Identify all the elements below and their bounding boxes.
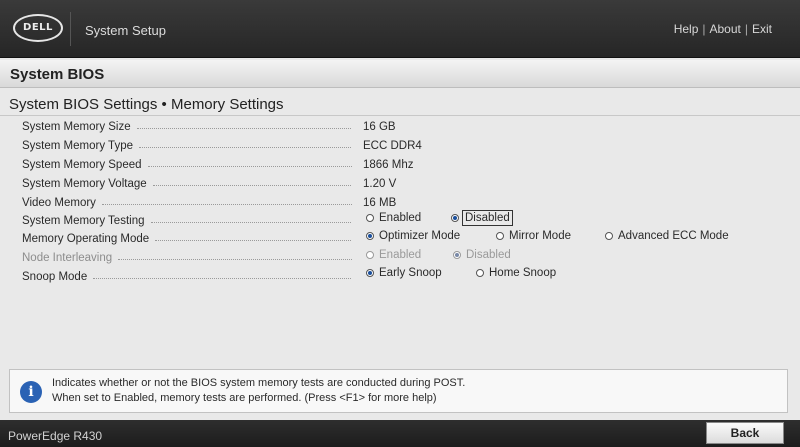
link-separator: | xyxy=(744,22,748,36)
dell-logo: DELL xyxy=(13,14,63,42)
exit-link[interactable]: Exit xyxy=(752,22,772,36)
radio-unselected-icon xyxy=(496,232,504,240)
help-box: i Indicates whether or not the BIOS syst… xyxy=(9,369,788,413)
setting-label: Snoop Mode xyxy=(22,271,90,283)
setting-value: 16 MB xyxy=(363,197,397,209)
home-snoop-radio[interactable]: Home Snoop xyxy=(476,267,556,279)
radio-unselected-icon xyxy=(605,232,613,240)
header-divider xyxy=(70,12,71,46)
node-interleaving-disabled-radio: Disabled xyxy=(453,249,511,261)
radio-unselected-icon xyxy=(366,214,374,222)
setting-label: System Memory Type xyxy=(22,140,135,152)
setting-row-memory-type: System Memory Type ECC DDR4 xyxy=(0,140,800,158)
top-bar: DELL System Setup Help | About | Exit xyxy=(0,0,800,58)
header-links: Help | About | Exit xyxy=(674,22,772,36)
setting-label: Memory Operating Mode xyxy=(22,233,152,245)
setting-value: 16 GB xyxy=(363,121,396,133)
page-title: System BIOS Settings • Memory Settings xyxy=(9,96,284,113)
help-line-2: When set to Enabled, memory tests are pe… xyxy=(52,392,437,404)
radio-unselected-icon xyxy=(366,251,374,259)
setting-row-memory-speed: System Memory Speed 1866 Mhz xyxy=(0,159,800,177)
info-icon: i xyxy=(20,381,42,403)
setting-label: Node Interleaving xyxy=(22,252,115,264)
bottom-bar: PowerEdge R430 Back xyxy=(0,420,800,447)
advanced-ecc-mode-radio[interactable]: Advanced ECC Mode xyxy=(605,230,729,242)
setting-row-memory-voltage: System Memory Voltage 1.20 V xyxy=(0,178,800,196)
help-text: Indicates whether or not the BIOS system… xyxy=(52,376,465,406)
setting-label: System Memory Testing xyxy=(22,215,147,227)
setting-row-snoop-mode: Snoop Mode Early Snoop Home Snoop xyxy=(0,267,800,289)
setting-label: Video Memory xyxy=(22,197,98,209)
mirror-mode-radio[interactable]: Mirror Mode xyxy=(496,230,571,242)
link-separator: | xyxy=(702,22,706,36)
radio-selected-icon xyxy=(366,232,374,240)
radio-selected-icon xyxy=(453,251,461,259)
optimizer-mode-radio[interactable]: Optimizer Mode xyxy=(366,230,460,242)
setting-value: 1.20 V xyxy=(363,178,397,190)
memory-testing-enabled-radio[interactable]: Enabled xyxy=(366,212,421,224)
setting-label: System Memory Speed xyxy=(22,159,144,171)
app-title: System Setup xyxy=(85,23,166,38)
radio-unselected-icon xyxy=(476,269,484,277)
setting-value: 1866 Mhz xyxy=(363,159,414,171)
server-model: PowerEdge R430 xyxy=(8,429,103,443)
setting-label: System Memory Voltage xyxy=(22,178,149,190)
help-link[interactable]: Help xyxy=(674,22,699,36)
setting-value: ECC DDR4 xyxy=(363,140,422,152)
setting-label: System Memory Size xyxy=(22,121,133,133)
section-title: System BIOS xyxy=(10,66,105,83)
back-button[interactable]: Back xyxy=(706,422,784,444)
radio-selected-icon xyxy=(366,269,374,277)
divider xyxy=(0,115,800,116)
help-line-1: Indicates whether or not the BIOS system… xyxy=(52,377,466,389)
memory-testing-disabled-radio[interactable]: Disabled xyxy=(451,210,513,226)
about-link[interactable]: About xyxy=(710,22,741,36)
section-bar: System BIOS xyxy=(0,60,800,88)
main-panel: System BIOS System BIOS Settings • Memor… xyxy=(0,58,800,420)
node-interleaving-enabled-radio: Enabled xyxy=(366,249,421,261)
early-snoop-radio[interactable]: Early Snoop xyxy=(366,267,442,279)
radio-selected-icon xyxy=(451,214,459,222)
setting-row-memory-size: System Memory Size 16 GB xyxy=(0,121,800,139)
